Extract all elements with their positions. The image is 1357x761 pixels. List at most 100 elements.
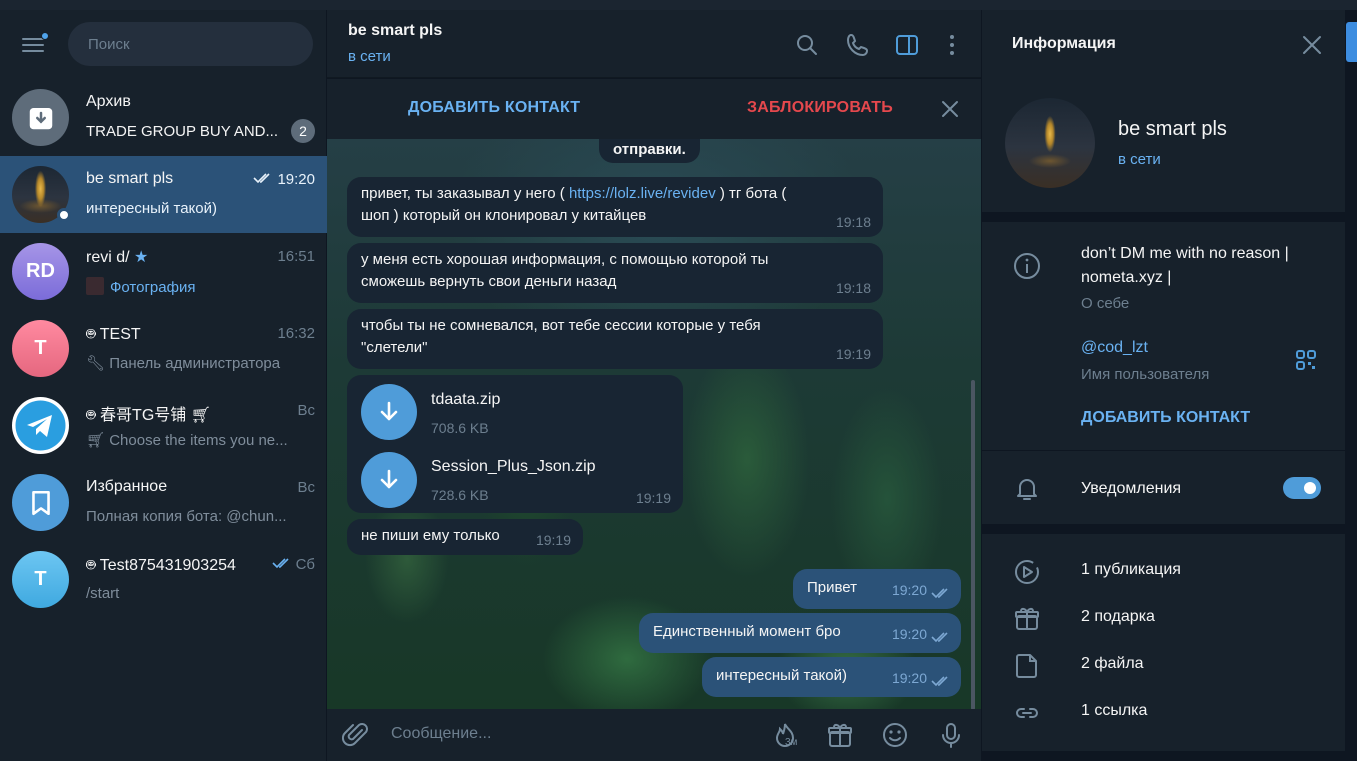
telegram-logo-avatar — [12, 397, 69, 454]
section-divider — [982, 751, 1346, 761]
notifications-toggle[interactable] — [1283, 477, 1321, 499]
chat-status: в сети — [348, 48, 391, 65]
message-time: 19:20 — [891, 582, 927, 598]
incoming-message[interactable]: привет, ты заказывал у него ( https://lo… — [347, 177, 883, 237]
incoming-message[interactable]: у меня есть хорошая информация, с помощь… — [347, 243, 883, 303]
chat-name: be smart pls — [86, 170, 174, 187]
stat-links[interactable]: 1 ссылка — [1081, 699, 1147, 723]
gift-icon — [1015, 607, 1039, 630]
message-time: 19:19 — [535, 532, 571, 548]
menu-button[interactable] — [22, 32, 49, 54]
chat-title: be smart pls — [348, 22, 443, 39]
initials-avatar: RD — [12, 243, 69, 300]
divider — [982, 450, 1346, 451]
chat-item-saved-messages[interactable]: Избранное Вс Полная копия бота: @chun... — [0, 464, 327, 541]
add-contact-button[interactable]: ДОБАВИТЬ КОНТАКТ — [1081, 406, 1250, 430]
chat-name: 🤖︎ 春哥TG号铺 🛒︎ — [86, 407, 212, 424]
double-check-icon — [253, 173, 271, 184]
conversation-pane: be smart pls в сети ДОБАВИТЬ КОНТАКТ ЗАБ… — [327, 10, 981, 761]
message-input[interactable]: Сообщение... — [391, 725, 491, 743]
online-indicator — [57, 208, 71, 222]
attach-icon[interactable] — [342, 721, 370, 749]
download-button[interactable] — [361, 384, 417, 440]
timer-label: 3м — [785, 737, 798, 748]
chat-preview: 🔧︎ Панель администратора — [86, 355, 281, 372]
emoji-icon[interactable] — [881, 721, 909, 749]
chat-preview: TRADE GROUP BUY AND... — [86, 123, 278, 140]
chat-item-revi-d[interactable]: RD revi d/ ★ 16:51 Фотография — [0, 233, 327, 310]
message-text: чтобы ты не сомневался, вот тебе сессии … — [361, 317, 761, 334]
username-label: Имя пользователя — [1081, 366, 1210, 383]
incoming-message[interactable]: чтобы ты не сомневался, вот тебе сессии … — [347, 309, 883, 369]
incoming-message[interactable]: не пиши ему только 19:19 — [347, 519, 583, 555]
message-time: 19:18 — [835, 214, 871, 230]
more-options-icon[interactable] — [939, 32, 965, 58]
chat-list-sidebar: Поиск Архив TRADE GROUP BUY AND... 2 be … — [0, 10, 327, 761]
block-button[interactable]: ЗАБЛОКИРОВАТЬ — [747, 99, 893, 117]
stories-icon — [1015, 560, 1039, 584]
username-link[interactable]: @cod_lzt — [1081, 336, 1148, 360]
download-button[interactable] — [361, 452, 417, 508]
profile-name: be smart pls — [1118, 118, 1227, 140]
link-icon — [1016, 708, 1038, 718]
microphone-icon[interactable] — [937, 721, 965, 749]
archive-avatar — [12, 89, 69, 146]
chat-wallpaper: отправки. привет, ты заказывал у него ( … — [327, 139, 981, 709]
chat-name: Архив — [86, 93, 131, 110]
add-contact-button[interactable]: ДОБАВИТЬ КОНТАКТ — [408, 99, 580, 117]
message-time: 19:18 — [835, 280, 871, 296]
close-icon[interactable] — [941, 100, 959, 118]
file-message: tdaata.zip 708.6 KB Session_Plus_Json.zi… — [347, 375, 683, 513]
telegram-plane-icon — [15, 400, 66, 451]
chat-item-shop-bot[interactable]: 🤖︎ 春哥TG号铺 🛒︎ Вс 🛒︎ Choose the items you … — [0, 387, 327, 464]
wrench-icon: 🔧︎ — [86, 355, 110, 372]
gift-icon[interactable] — [826, 721, 854, 749]
unread-dot — [41, 32, 49, 40]
sidebar-toggle-icon[interactable] — [894, 32, 920, 58]
chat-header[interactable]: be smart pls в сети — [327, 10, 981, 78]
message-scrollbar[interactable] — [971, 380, 975, 710]
outgoing-message[interactable]: Привет 19:20 — [793, 569, 961, 609]
initials-avatar: T — [12, 551, 69, 608]
message-time: 19:19 — [835, 346, 871, 362]
search-input[interactable]: Поиск — [68, 22, 313, 66]
download-arrow-icon — [380, 401, 398, 421]
cart-icon: 🛒︎ — [190, 407, 212, 424]
self-destruct-timer-button[interactable]: 3м — [771, 721, 803, 751]
outgoing-message[interactable]: интересный такой) 19:20 — [702, 657, 961, 697]
user-info-panel: Информация be smart pls в сети don’t DM … — [981, 10, 1346, 761]
message-link[interactable]: https://lolz.live/revidev — [569, 185, 716, 202]
chat-preview: Полная копия бота: @chun... — [86, 508, 287, 525]
chat-item-test[interactable]: T 🤖︎ TEST 16:32 🔧︎ Панель администратора — [0, 310, 327, 387]
chat-item-be-smart-pls[interactable]: be smart pls 19:20 интересный такой) — [0, 156, 327, 233]
double-check-icon — [271, 558, 289, 569]
chat-name: 🤖︎ Test875431903254 — [86, 557, 236, 574]
stat-gifts[interactable]: 2 подарка — [1081, 605, 1155, 629]
file-icon — [1016, 654, 1037, 678]
chat-time: 19:20 — [253, 171, 315, 188]
stat-publications[interactable]: 1 публикация — [1081, 558, 1181, 582]
chat-time: Вс — [297, 402, 315, 419]
chat-item-test-bot[interactable]: T 🤖︎ Test875431903254 Сб /start — [0, 541, 327, 618]
search-icon[interactable] — [794, 32, 820, 58]
phone-icon[interactable] — [845, 32, 871, 58]
edge-tab[interactable] — [1346, 22, 1357, 62]
search-placeholder: Поиск — [88, 35, 130, 53]
read-check-icon — [931, 588, 948, 599]
unread-badge: 2 — [291, 119, 315, 143]
section-divider — [982, 212, 1346, 222]
outgoing-message[interactable]: Единственный момент бро 19:20 — [639, 613, 961, 653]
telegram-window: Поиск Архив TRADE GROUP BUY AND... 2 be … — [0, 0, 1357, 761]
window-titlebar — [0, 0, 1357, 10]
qr-code-icon[interactable] — [1295, 349, 1317, 371]
file-name[interactable]: Session_Plus_Json.zip — [431, 456, 596, 478]
close-icon[interactable] — [1301, 34, 1323, 56]
profile-avatar[interactable] — [1005, 98, 1095, 188]
file-name[interactable]: tdaata.zip — [431, 389, 500, 411]
chat-item-archive[interactable]: Архив TRADE GROUP BUY AND... 2 — [0, 79, 327, 156]
panel-title: Информация — [1012, 35, 1116, 52]
file-size: 728.6 KB — [431, 487, 489, 503]
message-time: 19:19 — [635, 490, 671, 506]
archive-icon — [29, 107, 52, 129]
stat-files[interactable]: 2 файла — [1081, 652, 1144, 676]
